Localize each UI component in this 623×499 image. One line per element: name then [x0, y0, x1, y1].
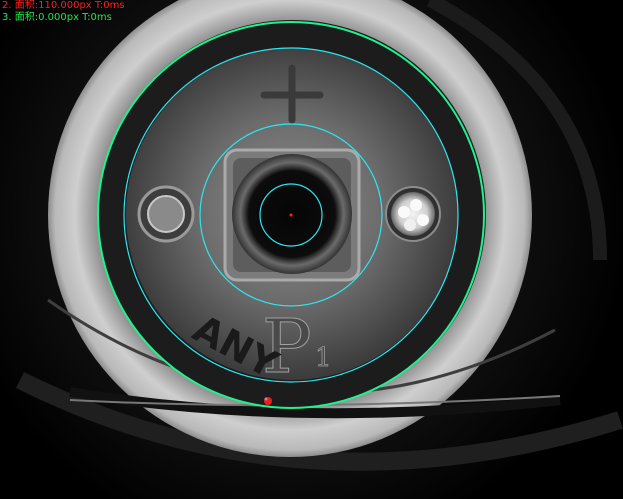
right-indicator-icon	[385, 186, 441, 242]
left-indicator-icon	[137, 185, 195, 243]
center-marker-icon	[289, 213, 293, 217]
result-line-area-2: 2. 面积:110.000px T:0ms	[2, 0, 125, 11]
result-line-area-3: 3. 面积:0.000px T:0ms	[2, 12, 112, 23]
camera-viewport: P 1 ANY	[0, 0, 623, 499]
embossed-subscript: 1	[315, 343, 332, 373]
defect-marker	[264, 397, 272, 405]
